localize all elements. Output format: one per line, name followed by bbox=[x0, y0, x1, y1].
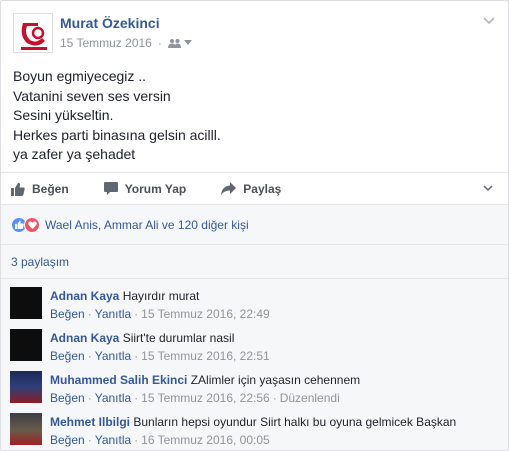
comment-time[interactable]: 16 Temmuz 2016, 00:05 bbox=[141, 433, 270, 447]
share-label: Paylaş bbox=[243, 181, 282, 196]
page-logo[interactable] bbox=[13, 13, 53, 53]
comment-label: Yorum Yap bbox=[124, 181, 187, 196]
comment-like-link[interactable]: Beğen bbox=[50, 433, 85, 447]
post-line: Boyun egmiyecegiz .. bbox=[13, 68, 147, 84]
post-body: Boyun egmiyecegiz .. Vatanini seven ses … bbox=[13, 67, 221, 165]
comment-author[interactable]: Mehmet Ilbilgi bbox=[50, 415, 130, 429]
comment-author[interactable]: Adnan Kaya bbox=[50, 331, 119, 345]
comment-item: Muhammed Salih Ekinci ZAlimler için yaşa… bbox=[10, 365, 500, 407]
comments-list: Adnan Kaya Hayırdır murat Beğen · Yanıtla ·… bbox=[1, 278, 508, 450]
facebook-post: Murat Özekinci 15 Temmuz 2016 · Boyun eg… bbox=[0, 0, 509, 451]
post-header: Murat Özekinci 15 Temmuz 2016 · bbox=[1, 1, 508, 59]
comment-text: Bunların hepsi oyundur Siirt halkı bu oy… bbox=[133, 415, 457, 429]
share-icon bbox=[221, 182, 237, 195]
comment-item: Mehmet Ilbilgi Bunların hepsi oyundur Si… bbox=[10, 407, 500, 449]
post-line: ya zafer ya şehadet bbox=[13, 146, 136, 162]
avatar[interactable] bbox=[10, 413, 42, 445]
chevron-down-icon[interactable] bbox=[482, 13, 496, 27]
post-author[interactable]: Murat Özekinci bbox=[60, 15, 160, 31]
reaction-icons bbox=[11, 216, 40, 233]
post-actions-bar: Beğen Yorum Yap Paylaş bbox=[1, 172, 508, 204]
comment-reply-link[interactable]: Yanıtla bbox=[95, 307, 131, 321]
like-button[interactable]: Beğen bbox=[11, 182, 69, 196]
caret-down-icon bbox=[183, 40, 192, 45]
comment-like-link[interactable]: Beğen bbox=[50, 391, 85, 405]
post-date[interactable]: 15 Temmuz 2016 bbox=[60, 36, 152, 50]
comment-body: Mehmet Ilbilgi Bunların hepsi oyundur Si… bbox=[50, 414, 456, 430]
avatar[interactable] bbox=[10, 329, 42, 361]
comment-body: Muhammed Salih Ekinci ZAlimler için yaşa… bbox=[50, 372, 360, 388]
avatar[interactable] bbox=[10, 371, 42, 403]
comment-meta: Beğen · Yanıtla · 15 Temmuz 2016, 22:56 · Düze… bbox=[50, 391, 340, 405]
comment-item: Adnan Kaya Hayırdır murat Beğen · Yanıtla ·… bbox=[10, 281, 500, 323]
comment-text: Hayırdır murat bbox=[122, 289, 200, 303]
like-label: Beğen bbox=[32, 181, 69, 196]
comment-time[interactable]: 15 Temmuz 2016, 22:56 bbox=[141, 391, 270, 405]
comment-item: Adnan Kaya Siirt'te durumlar nasil Beğen… bbox=[10, 323, 500, 365]
audience-selector[interactable] bbox=[167, 38, 192, 48]
party-logo-icon bbox=[14, 14, 52, 52]
share-button[interactable]: Paylaş bbox=[221, 182, 281, 196]
comment-meta: Beğen · Yanıtla · 16 Temmuz 2016, 00:05 bbox=[50, 433, 270, 447]
comment-reply-link[interactable]: Yanıtla bbox=[95, 433, 131, 447]
friends-icon bbox=[167, 39, 181, 48]
comment-author[interactable]: Adnan Kaya bbox=[50, 289, 119, 303]
comment-author[interactable]: Muhammed Salih Ekinci bbox=[50, 373, 187, 387]
post-line: Herkes parti binasına gelsin acilll. bbox=[13, 126, 221, 143]
comment-icon bbox=[103, 182, 118, 195]
meta-separator: · bbox=[157, 36, 162, 50]
comment-button[interactable]: Yorum Yap bbox=[103, 181, 187, 196]
love-reaction-icon bbox=[24, 216, 40, 233]
post-line: Sesini yükseltin. bbox=[13, 107, 114, 123]
comment-body: Adnan Kaya Siirt'te durumlar nasil bbox=[50, 330, 234, 346]
reactions-text[interactable]: Wael Anis, Ammar Ali ve 120 diğer kişi bbox=[45, 218, 249, 232]
reactions-summary[interactable]: Wael Anis, Ammar Ali ve 120 diğer kişi bbox=[1, 204, 508, 244]
chevron-down-icon[interactable] bbox=[482, 182, 494, 194]
comment-reply-link[interactable]: Yanıtla bbox=[95, 391, 131, 405]
comment-body: Adnan Kaya Hayırdır murat bbox=[50, 288, 199, 304]
comment-reply-link[interactable]: Yanıtla bbox=[95, 349, 131, 363]
comment-text: Siirt'te durumlar nasil bbox=[122, 331, 235, 345]
comment-text: ZAlimler için yaşasın cehennem bbox=[190, 373, 361, 387]
post-line: Vatanini seven ses versin bbox=[13, 87, 171, 104]
avatar[interactable] bbox=[10, 287, 42, 319]
comment-like-link[interactable]: Beğen bbox=[50, 349, 85, 363]
comment-time[interactable]: 15 Temmuz 2016, 22:49 bbox=[141, 307, 270, 321]
comment-like-link[interactable]: Beğen bbox=[50, 307, 85, 321]
thumbs-up-icon bbox=[11, 182, 25, 196]
comment-edited[interactable]: Düzenlendi bbox=[280, 391, 340, 405]
post-meta: 15 Temmuz 2016 · bbox=[60, 36, 192, 50]
comment-meta: Beğen · Yanıtla · 15 Temmuz 2016, 22:51 bbox=[50, 349, 270, 363]
comment-time[interactable]: 15 Temmuz 2016, 22:51 bbox=[141, 349, 270, 363]
comment-meta: Beğen · Yanıtla · 15 Temmuz 2016, 22:49 bbox=[50, 307, 270, 321]
shares-count[interactable]: 3 paylaşım bbox=[1, 244, 508, 278]
